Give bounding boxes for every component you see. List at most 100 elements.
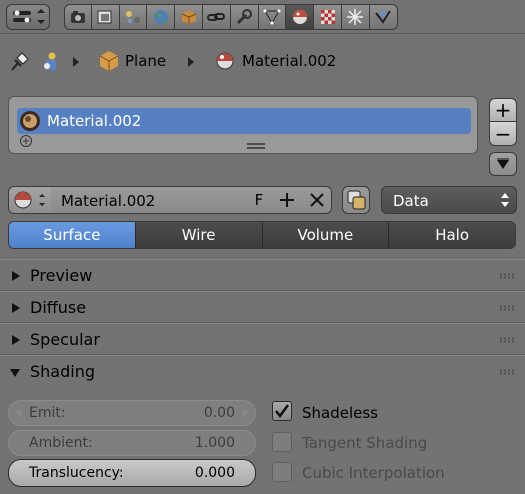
material-tab[interactable] [286,4,315,30]
remove-slot-button[interactable]: − [489,122,517,146]
render-tab[interactable] [64,4,92,30]
texture-tab[interactable] [314,4,342,30]
mesh-cube-icon [99,51,119,71]
breadcrumb-separator [188,57,194,67]
fake-user-button[interactable]: F [246,186,273,214]
render-icon [70,11,85,23]
object-node-icon [44,52,56,70]
triangle-down-icon [497,158,509,169]
translucency-label: Translucency: [29,465,124,481]
collapsed-arrow-icon [12,303,20,313]
checkmark-icon [275,404,290,419]
breadcrumb-separator [73,57,79,67]
ambient-slider[interactable]: Ambient: 1.000 [8,430,256,456]
world-icon [153,10,168,24]
tab-volume[interactable]: Volume [261,222,389,248]
scene-icon [125,11,140,23]
scene-tab[interactable] [119,4,148,30]
copy-material-button[interactable] [342,186,370,214]
translucency-slider[interactable]: Translucency: 0.000 [8,459,256,487]
particles-icon [347,9,364,25]
ambient-value: 1.000 [194,435,235,451]
context-tabs [64,4,398,30]
editor-type-selector[interactable] [6,4,50,30]
translucency-value: 0.000 [194,465,235,481]
panel-grip-icon[interactable] [499,273,515,279]
increment-icon [243,409,248,417]
object-icon [181,10,196,24]
breadcrumb-material[interactable]: Material.002 [214,49,344,73]
material-slot-label: Material.002 [47,112,142,130]
material-name-text: Material.002 [61,192,156,210]
panel-specular[interactable]: Specular [0,323,525,355]
breadcrumb-material-label: Material.002 [242,52,337,70]
object-data-tab[interactable] [258,4,287,30]
tangent-shading-label: Tangent Shading [302,434,428,452]
new-material-button[interactable] [272,186,305,214]
material-browse-icon [14,191,45,209]
material-thumbnail-icon [20,111,40,131]
texture-icon [320,10,335,24]
particles-tab[interactable] [341,4,370,30]
material-type-tabs: Surface Wire Volume Halo [8,221,516,249]
dropdown-arrows-icon [501,193,509,207]
decrement-icon [16,409,21,417]
slot-specials-menu[interactable] [489,152,517,176]
pin-icon [11,52,29,71]
panel-title: Shading [30,362,95,381]
tangent-shading-checkbox[interactable] [272,432,292,452]
breadcrumb-object[interactable] [40,50,70,72]
render-layers-tab[interactable] [91,4,120,30]
physics-tab[interactable] [369,4,398,30]
copy-icon [347,190,366,210]
material-name-field[interactable]: Material.002 [51,186,247,214]
object-tab[interactable] [175,4,203,30]
object-data-icon [263,9,281,25]
link-dropdown[interactable]: Data [381,186,517,214]
properties-header [0,0,525,34]
panel-grip-icon[interactable] [499,337,515,343]
tab-halo[interactable]: Halo [388,222,515,248]
panel-title: Diffuse [30,298,87,317]
plus-circle-icon [20,135,32,147]
list-resize-handle[interactable] [246,138,266,149]
constraints-icon [207,13,226,21]
ambient-label: Ambient: [29,435,93,451]
panel-diffuse[interactable]: Diffuse [0,291,525,323]
panel-title: Specular [30,330,100,349]
breadcrumb-mesh-label: Plane [125,52,167,70]
tab-wire[interactable]: Wire [134,222,262,248]
modifiers-icon [237,9,253,25]
shadeless-label: Shadeless [302,404,378,422]
drag-handle-icon [247,143,265,149]
panel-grip-icon[interactable] [499,369,515,375]
cubic-interpolation-checkbox[interactable] [272,462,292,482]
world-tab[interactable] [147,4,176,30]
panel-title: Preview [30,266,93,285]
list-filter-toggle[interactable] [19,134,33,148]
plus-icon [280,193,294,207]
tab-surface[interactable]: Surface [9,222,135,248]
emit-slider[interactable]: Emit: 0.00 [8,400,256,426]
shadeless-checkbox[interactable] [272,401,292,421]
panel-shading[interactable]: Shading [0,355,525,389]
emit-label: Emit: [29,405,66,421]
emit-value: 0.00 [203,405,235,421]
physics-icon [375,10,391,24]
panel-preview[interactable]: Preview [0,259,525,291]
pin-button[interactable] [8,50,32,72]
panel-grip-icon[interactable] [499,305,515,311]
unlink-material-button[interactable] [304,186,332,214]
modifiers-tab[interactable] [230,4,259,30]
constraints-tab[interactable] [202,4,231,30]
properties-editor-icon [13,9,45,24]
material-sphere-icon [216,52,234,70]
material-icon [292,10,307,24]
breadcrumb-mesh[interactable]: Plane [98,49,198,73]
browse-material-button[interactable] [8,186,52,214]
close-icon [310,193,324,207]
add-slot-button[interactable]: + [489,98,517,122]
material-slot-row[interactable]: Material.002 [17,108,471,134]
collapsed-arrow-icon [12,271,20,281]
collapsed-arrow-icon [12,335,20,345]
